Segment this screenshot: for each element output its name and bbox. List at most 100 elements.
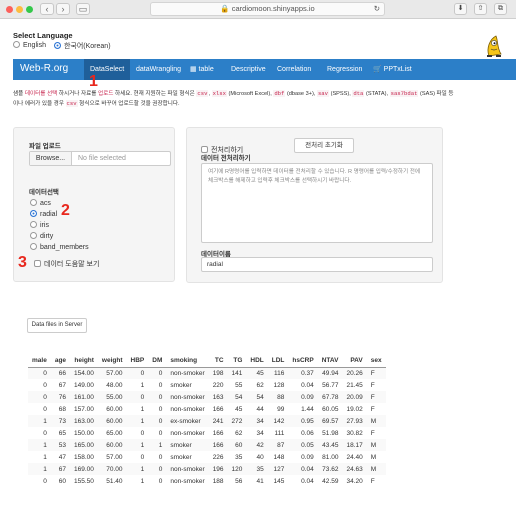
- tab-table[interactable]: ▦ table: [190, 59, 214, 80]
- table-row: 1 67 169.00 70.00 1 0 non-smoker 196 120 35 127 0.0…: [28, 463, 386, 475]
- table-cell: M: [366, 415, 386, 427]
- help-checkbox[interactable]: 데이터 도움말 보기: [34, 259, 99, 269]
- download-icon[interactable]: ⬇: [454, 3, 467, 15]
- cart-icon: 🛒: [373, 66, 384, 73]
- tabs-icon[interactable]: ⧉: [494, 3, 507, 15]
- navbar-brand[interactable]: Web-R.org: [20, 62, 68, 76]
- table-cell: non-smoker: [170, 429, 205, 437]
- desc-text: 하세요. 현재 지원하는 파일 형식은: [113, 91, 197, 97]
- annotation-marker-1: 1: [89, 73, 98, 90]
- share-icon[interactable]: ⇧: [474, 3, 487, 15]
- table-cell: 99: [277, 405, 285, 413]
- column-header-weight[interactable]: weight: [97, 355, 127, 368]
- table-cell: 62: [256, 381, 264, 389]
- radio-icon[interactable]: [30, 221, 37, 228]
- column-header-male[interactable]: male: [28, 355, 51, 368]
- column-header-hdl[interactable]: HDL: [246, 355, 268, 368]
- table-cell: 116: [267, 367, 289, 379]
- desc-code: dbf: [273, 90, 286, 97]
- table-cell: 163.00: [70, 415, 98, 427]
- table-cell: 0: [158, 477, 163, 485]
- close-window-icon[interactable]: [6, 6, 13, 13]
- back-icon[interactable]: ‹: [40, 3, 54, 15]
- table-cell: 0: [158, 405, 163, 413]
- sidebar-icon[interactable]: ▭: [76, 3, 90, 15]
- data-files-server-button[interactable]: Data files in Server: [27, 318, 87, 333]
- radio-icon[interactable]: [30, 232, 37, 239]
- language-option-english[interactable]: English: [13, 41, 46, 51]
- dataset-option-dirty[interactable]: dirty: [30, 232, 53, 240]
- tab-pptxlist[interactable]: 🛒 PPTxList: [373, 59, 412, 80]
- dataset-option-acs[interactable]: acs: [30, 199, 51, 207]
- column-header-age[interactable]: age: [50, 355, 71, 368]
- table-cell: 241: [208, 415, 228, 427]
- table-cell: 35: [235, 453, 243, 461]
- language-option-korean[interactable]: 한국어(Korean): [53, 41, 111, 51]
- radio-icon[interactable]: [30, 243, 37, 250]
- desc-code: sas7bdat: [389, 90, 419, 97]
- table-cell: 1: [148, 439, 167, 451]
- maximize-window-icon[interactable]: [26, 6, 33, 13]
- table-cell: 0: [158, 381, 163, 389]
- table-cell: 0.04: [301, 477, 314, 485]
- minimize-window-icon[interactable]: [16, 6, 23, 13]
- table-cell: 18.17: [342, 439, 367, 451]
- column-header-hscrp[interactable]: hsCRP: [288, 355, 318, 368]
- column-header-tg[interactable]: TG: [227, 355, 247, 368]
- table-cell: 70.00: [97, 463, 127, 475]
- table-cell: 0: [140, 453, 145, 461]
- table-cell: 56: [235, 477, 243, 485]
- tab-regression[interactable]: Regression: [327, 59, 362, 80]
- column-header-height[interactable]: height: [70, 355, 98, 368]
- table-cell: 141: [227, 367, 247, 379]
- preprocess-textarea[interactable]: 여기에 R명령어를 입력하면 데이터를 전처리할 수 있습니다. R 명령어를 …: [201, 163, 433, 243]
- tab-correlation[interactable]: Correlation: [277, 59, 311, 80]
- table-cell: 1: [28, 463, 51, 475]
- desc-text: (SAS) 파일 등: [418, 91, 454, 97]
- preprocess-panel: 전처리하기 전처리 초기화 데이터 전처리하기 여기에 R명령어를 입력하면 데…: [186, 127, 443, 283]
- file-input[interactable]: Browse... No file selected: [29, 151, 171, 166]
- column-header-ldl[interactable]: LDL: [267, 355, 289, 368]
- dataset-option-band-members[interactable]: band_members: [30, 243, 89, 251]
- table-cell: F: [370, 381, 375, 389]
- desc-code: sav: [316, 90, 330, 97]
- table-cell: 0: [148, 367, 167, 379]
- table-cell: 163: [208, 391, 228, 403]
- desc-highlight: 업로드: [97, 91, 114, 97]
- dataset-option-iris[interactable]: iris: [30, 221, 49, 229]
- table-cell: 166: [212, 405, 224, 413]
- table-cell: 0: [148, 415, 167, 427]
- dataset-option-radial[interactable]: radial: [30, 210, 57, 218]
- column-header-smoking[interactable]: smoking: [166, 355, 209, 368]
- browse-button[interactable]: Browse...: [30, 152, 72, 165]
- column-header-pav[interactable]: PAV: [342, 355, 367, 368]
- radio-icon[interactable]: [30, 199, 37, 206]
- radio-selected-icon[interactable]: [30, 210, 37, 217]
- reload-icon[interactable]: ↻: [374, 3, 380, 15]
- table-cell: 127: [267, 463, 289, 475]
- column-header-ntav[interactable]: NTAV: [317, 355, 343, 368]
- address-bar[interactable]: 🔒 cardiomoon.shinyapps.io ↻: [150, 2, 385, 16]
- desc-text: 샘플: [13, 91, 25, 97]
- desc-text: (Microsoft Excel),: [227, 91, 274, 97]
- desc-text: (dbase 3+),: [285, 91, 317, 97]
- table-cell: 128: [273, 381, 285, 389]
- forward-icon[interactable]: ›: [56, 3, 70, 15]
- radio-icon[interactable]: [13, 41, 20, 48]
- column-header-hbp[interactable]: HBP: [126, 355, 149, 368]
- data-table: male age height weight HBP DM smoking TC TG HDL LD…: [28, 355, 386, 487]
- column-header-sex[interactable]: sex: [366, 355, 386, 368]
- column-header-dm[interactable]: DM: [148, 355, 167, 368]
- table-cell: F: [370, 429, 375, 437]
- tab-descriptive[interactable]: Descriptive: [231, 59, 266, 80]
- data-select-panel: 파일 업로드 Browse... No file selected 데이터선택 …: [13, 127, 175, 282]
- tab-datawrangling[interactable]: dataWrangling: [136, 59, 181, 80]
- radio-selected-icon[interactable]: [53, 42, 61, 49]
- checkbox-icon[interactable]: [34, 260, 41, 267]
- table-icon: ▦: [190, 66, 199, 73]
- dataname-input[interactable]: radial: [201, 257, 433, 272]
- desc-text: 이나 에러가 있을 경우: [13, 101, 66, 107]
- reset-preprocess-button[interactable]: 전처리 초기화: [294, 138, 354, 153]
- column-header-tc[interactable]: TC: [208, 355, 228, 368]
- desc-code: xlsx: [211, 90, 227, 97]
